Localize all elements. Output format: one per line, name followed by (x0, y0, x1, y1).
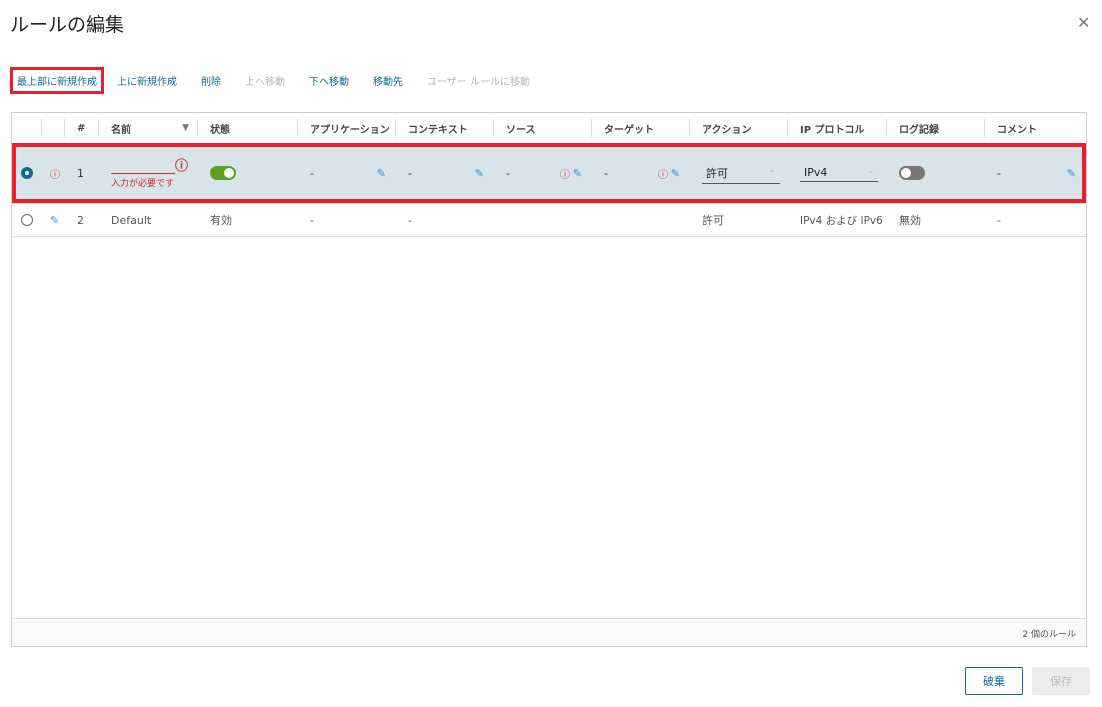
move-down-button[interactable]: 下へ移動 (301, 73, 357, 88)
state-toggle[interactable] (210, 166, 236, 180)
chevron-down-icon: ⌄ (866, 166, 874, 176)
error-icon: ⓘ (50, 169, 60, 181)
save-button[interactable]: 保存 (1032, 667, 1090, 695)
action-select[interactable]: 許可 ⌄ (702, 163, 780, 184)
edit-target-icon[interactable]: ✎ (671, 167, 680, 180)
delete-button[interactable]: 削除 (193, 73, 229, 88)
row-radio[interactable] (21, 214, 33, 226)
col-log: ログ記録 (887, 119, 985, 137)
col-num: # (65, 119, 99, 137)
name-input[interactable] (111, 162, 175, 174)
table-row[interactable]: ⓘ 1 ⓘ 入力が必要です - ✎ - ✎ - ⓘ ✎ - ⓘ ✎ 許可 ⌄ IPv4 ⌄ - ✎ (12, 143, 1086, 203)
add-above-button[interactable]: 上に新規作成 (109, 73, 185, 88)
filter-icon[interactable]: ▼ (182, 123, 189, 133)
discard-button[interactable]: 破棄 (965, 667, 1023, 695)
move-up-button[interactable]: 上へ移動 (237, 73, 293, 88)
col-ip: IP プロトコル (788, 119, 887, 137)
edit-app-icon[interactable]: ✎ (377, 167, 386, 180)
target-error-icon: ⓘ (658, 169, 668, 181)
move-to-button[interactable]: 移動先 (365, 73, 411, 88)
col-state: 状態 (198, 119, 298, 137)
col-source: ソース (494, 119, 592, 137)
name-error-icon: ⓘ (175, 159, 189, 174)
rules-table: # 名前 ▼ 状態 アプリケーション コンテキスト ソース ターゲット アクション… (11, 112, 1087, 647)
name-error-text: 入力が必要です (111, 178, 175, 189)
table-row[interactable]: ✎ 2 Default 有効 - - 許可 IPv4 および IPv6 無効 - (12, 203, 1086, 237)
move-to-user-rules-button[interactable]: ユーザー ルールに移動 (419, 73, 538, 88)
ip-protocol-select[interactable]: IPv4 ⌄ (800, 164, 878, 182)
close-icon[interactable]: ✕ (1077, 13, 1090, 32)
edit-context-icon[interactable]: ✎ (475, 167, 484, 180)
col-comment: コメント (997, 124, 1037, 136)
dialog-title: ルールの編集 (10, 14, 125, 36)
row-radio[interactable] (21, 167, 33, 179)
table-header: # 名前 ▼ 状態 アプリケーション コンテキスト ソース ターゲット アクション… (12, 113, 1086, 143)
col-app: アプリケーション (298, 119, 396, 137)
add-top-button[interactable]: 最上部に新規作成 (10, 66, 104, 94)
name-cell[interactable]: ⓘ 入力が必要です (99, 143, 198, 203)
edit-source-icon[interactable]: ✎ (573, 167, 582, 180)
edit-comment-icon[interactable]: ✎ (1067, 167, 1076, 180)
rule-count: 2 個のルール (12, 618, 1086, 646)
col-context: コンテキスト (396, 119, 494, 137)
log-toggle[interactable] (899, 166, 925, 180)
col-name[interactable]: 名前 ▼ (99, 119, 198, 137)
edit-row-icon[interactable]: ✎ (50, 214, 59, 227)
source-error-icon: ⓘ (560, 169, 570, 181)
toolbar: 最上部に新規作成 上に新規作成 削除 上へ移動 下へ移動 移動先 ユーザー ルー… (10, 66, 546, 94)
col-target: ターゲット (592, 119, 690, 137)
col-action: アクション (690, 119, 788, 137)
chevron-down-icon: ⌄ (768, 164, 776, 175)
row-num: 1 (77, 166, 84, 180)
